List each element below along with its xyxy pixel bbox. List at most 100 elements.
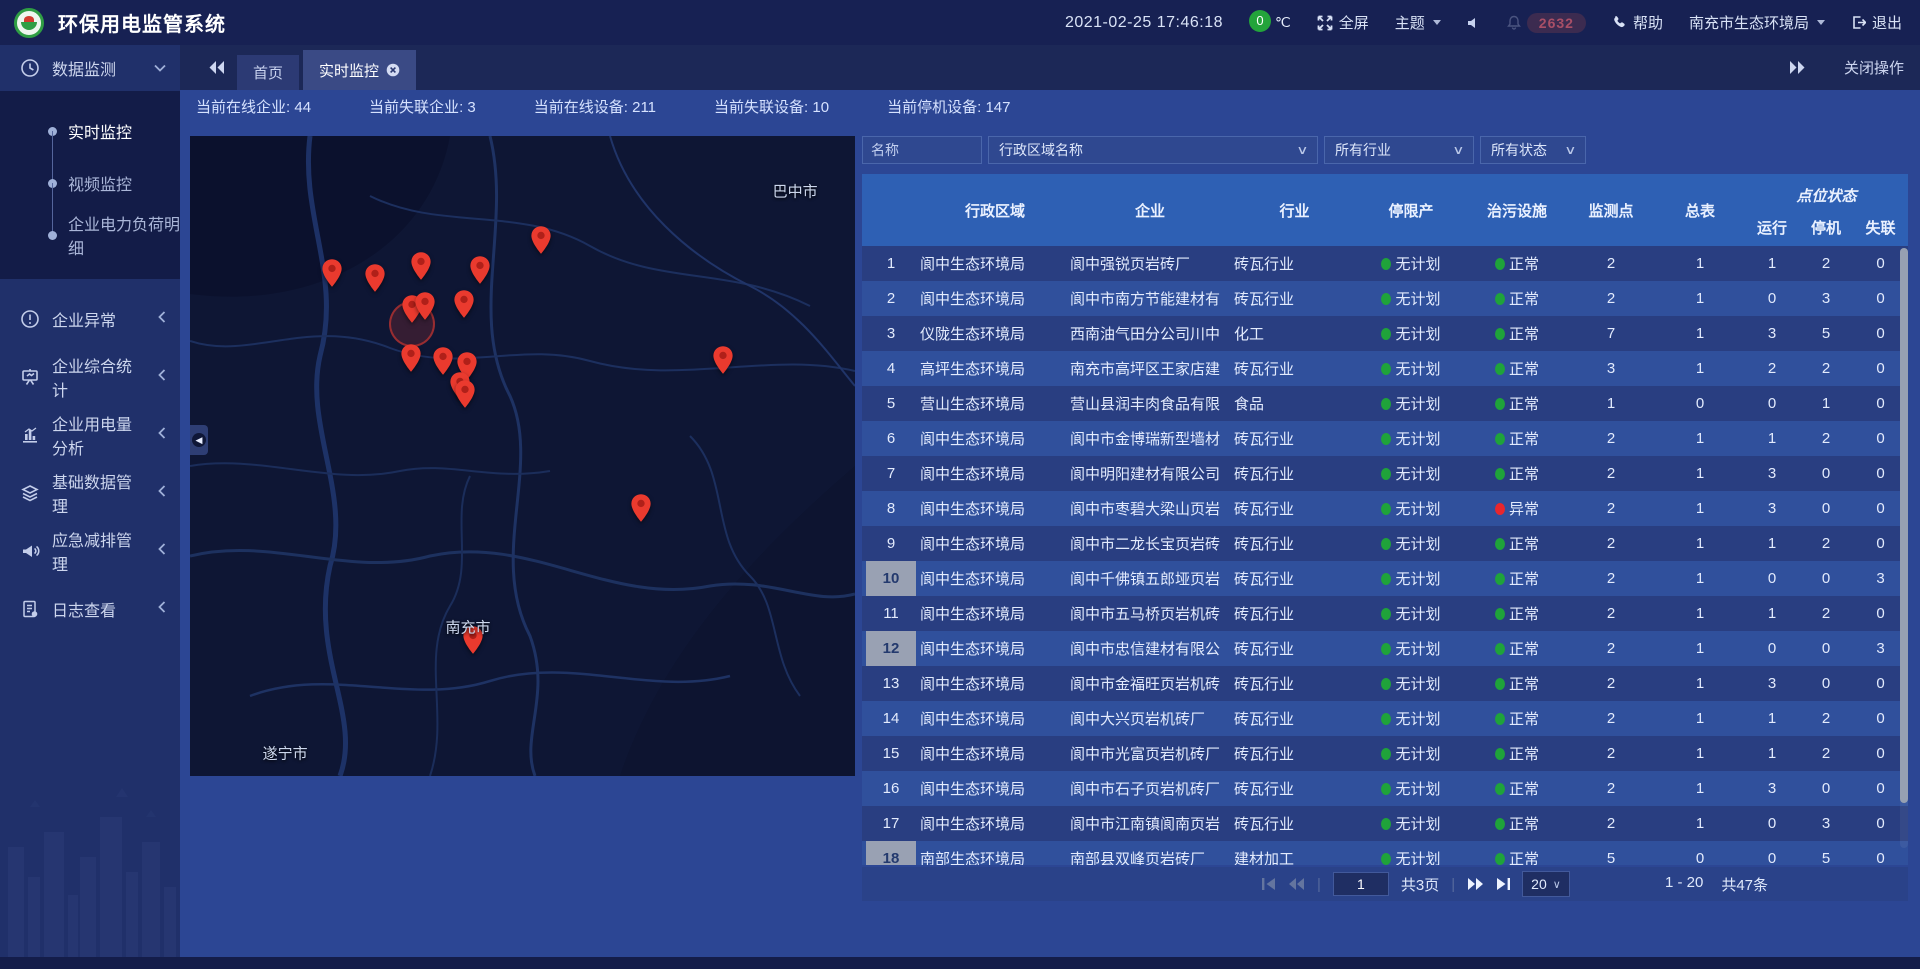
menu-group-icon: [20, 367, 40, 387]
mute-button[interactable]: [1467, 16, 1481, 30]
cell-run: 1: [1745, 255, 1799, 272]
map-pin[interactable]: [414, 291, 436, 321]
cell-run: 1: [1745, 535, 1799, 552]
sidebar-subitem[interactable]: 视频监控: [0, 157, 180, 209]
previous-page-button[interactable]: [1288, 878, 1305, 890]
status-filter-select[interactable]: 所有状态∨: [1480, 136, 1586, 164]
map-pin[interactable]: [712, 345, 734, 375]
cell-company: 阆中市忠信建材有限公: [1070, 638, 1230, 659]
chevron-down-icon: [1817, 20, 1825, 25]
map-panel[interactable]: 巴中市 南充市 遂宁市 ◀: [190, 136, 855, 776]
row-index: 15: [866, 736, 916, 771]
status-dot: [1495, 573, 1505, 585]
close-operations-button[interactable]: 关闭操作: [1844, 57, 1904, 78]
sidebar-group-5[interactable]: 基础数据管理: [0, 467, 180, 519]
table-row[interactable]: 12 阆中生态环境局 阆中市忠信建材有限公 砖瓦行业 无计划 正常 2 1 0 …: [862, 631, 1908, 666]
sidebar-group-6[interactable]: 应急减排管理: [0, 525, 180, 577]
menu-group-icon: [20, 483, 40, 503]
table-row[interactable]: 4 高坪生态环境局 南充市高坪区王家店建 砖瓦行业 无计划 正常 3 1 2 2…: [862, 351, 1908, 386]
sidebar-group-label: 应急减排管理: [52, 527, 146, 575]
sidebar-group-2[interactable]: 企业异常: [0, 293, 180, 345]
map-pin[interactable]: [321, 258, 343, 288]
cell-industry: 砖瓦行业: [1230, 638, 1355, 659]
map-pin[interactable]: [400, 343, 422, 373]
last-page-button[interactable]: [1496, 878, 1510, 890]
first-page-button[interactable]: [1262, 878, 1276, 890]
table-row[interactable]: 10 阆中生态环境局 阆中千佛镇五郎垭页岩 砖瓦行业 无计划 正常 2 1 0 …: [862, 561, 1908, 596]
sidebar-group-3[interactable]: 企业综合统计: [0, 351, 180, 403]
cell-stop: 2: [1799, 605, 1853, 622]
map-pin[interactable]: [364, 263, 386, 293]
tabs-scroll-left-button[interactable]: [196, 45, 237, 90]
table-row[interactable]: 1 阆中生态环境局 阆中强锐页岩砖厂 砖瓦行业 无计划 正常 2 1 1 2 0: [862, 246, 1908, 281]
table-scrollbar[interactable]: [1900, 248, 1908, 848]
cell-company: 阆中市江南镇阆南页岩: [1070, 813, 1230, 834]
sidebar-subitem[interactable]: 实时监控: [0, 105, 180, 157]
cell-stop: 2: [1799, 360, 1853, 377]
cell-lost: 0: [1853, 850, 1908, 865]
tabs-scroll-right-button[interactable]: [1777, 45, 1818, 90]
sidebar-group-1[interactable]: 数据监测: [0, 45, 180, 91]
cell-points: 2: [1567, 640, 1655, 657]
table-row[interactable]: 11 阆中生态环境局 阆中市五马桥页岩机砖 砖瓦行业 无计划 正常 2 1 1 …: [862, 596, 1908, 631]
table-row[interactable]: 2 阆中生态环境局 阆中市南方节能建材有 砖瓦行业 无计划 正常 2 1 0 3…: [862, 281, 1908, 316]
map-pin[interactable]: [530, 225, 552, 255]
pagination-bar: | 共3页 | 20∨ 1 - 20 共47条: [862, 867, 1908, 901]
map-pin[interactable]: [469, 255, 491, 285]
col-facility: 治污设施: [1467, 174, 1567, 246]
cell-company: 西南油气田分公司川中: [1070, 323, 1230, 344]
status-dot: [1495, 363, 1505, 375]
row-index: 10: [866, 561, 916, 596]
table-row[interactable]: 9 阆中生态环境局 阆中市二龙长宝页岩砖 砖瓦行业 无计划 正常 2 1 1 2…: [862, 526, 1908, 561]
cell-limit: 无计划: [1355, 743, 1467, 764]
table-row[interactable]: 6 阆中生态环境局 阆中市金博瑞新型墙材 砖瓦行业 无计划 正常 2 1 1 2…: [862, 421, 1908, 456]
sidebar-group-7[interactable]: 日志查看: [0, 583, 180, 635]
sidebar-submenu: 实时监控 视频监控 企业电力负荷明细: [0, 91, 180, 279]
cell-points: 2: [1567, 815, 1655, 832]
next-page-button[interactable]: [1467, 878, 1484, 890]
org-dropdown[interactable]: 南充市生态环境局: [1689, 12, 1825, 33]
cell-facility: 正常: [1467, 568, 1567, 589]
theme-dropdown[interactable]: 主题: [1395, 12, 1441, 33]
notification-area[interactable]: 2632: [1507, 13, 1586, 33]
fullscreen-button[interactable]: 全屏: [1317, 12, 1369, 33]
table-row[interactable]: 17 阆中生态环境局 阆中市江南镇阆南页岩 砖瓦行业 无计划 正常 2 1 0 …: [862, 806, 1908, 841]
table-row[interactable]: 16 阆中生态环境局 阆中市石子页岩机砖厂 砖瓦行业 无计划 正常 2 1 3 …: [862, 771, 1908, 806]
table-row[interactable]: 15 阆中生态环境局 阆中市光富页岩机砖厂 砖瓦行业 无计划 正常 2 1 1 …: [862, 736, 1908, 771]
cell-stop: 0: [1799, 465, 1853, 482]
region-filter-select[interactable]: 行政区域名称∨: [988, 136, 1318, 164]
menu-group-icon: [20, 599, 40, 619]
tab[interactable]: 实时监控: [303, 50, 416, 90]
sidebar-subitem[interactable]: 企业电力负荷明细: [0, 209, 180, 261]
row-index: 7: [866, 456, 916, 491]
table-row[interactable]: 8 阆中生态环境局 阆中市枣碧大梁山页岩 砖瓦行业 无计划 异常 2 1 3 0…: [862, 491, 1908, 526]
industry-filter-select[interactable]: 所有行业∨: [1324, 136, 1474, 164]
cell-run: 3: [1745, 465, 1799, 482]
map-pin[interactable]: [630, 493, 652, 523]
cell-stop: 0: [1799, 675, 1853, 692]
map-pin[interactable]: [453, 289, 475, 319]
table-row[interactable]: 7 阆中生态环境局 阆中明阳建材有限公司 砖瓦行业 无计划 正常 2 1 3 0…: [862, 456, 1908, 491]
map-pin[interactable]: [454, 379, 476, 409]
cell-meters: 1: [1655, 535, 1745, 552]
map-pin[interactable]: [410, 251, 432, 281]
name-filter-input[interactable]: [862, 136, 982, 164]
help-button[interactable]: 帮助: [1612, 12, 1663, 33]
page-size-select[interactable]: 20∨: [1522, 871, 1570, 897]
tab-close-icon[interactable]: [386, 63, 400, 77]
table-row[interactable]: 5 营山生态环境局 营山县润丰肉食品有限 食品 无计划 正常 1 0 0 1 0: [862, 386, 1908, 421]
table-row[interactable]: 14 阆中生态环境局 阆中大兴页岩机砖厂 砖瓦行业 无计划 正常 2 1 1 2…: [862, 701, 1908, 736]
table-row[interactable]: 3 仪陇生态环境局 西南油气田分公司川中 化工 无计划 正常 7 1 3 5 0: [862, 316, 1908, 351]
table-row[interactable]: 13 阆中生态环境局 阆中市金福旺页岩机砖 砖瓦行业 无计划 正常 2 1 3 …: [862, 666, 1908, 701]
table-row[interactable]: 18 南部生态环境局 南部县双峰页岩砖厂 建材加工 无计划 正常 5 0 0 5…: [862, 841, 1908, 865]
cell-points: 2: [1567, 675, 1655, 692]
sidebar-group-label: 企业用电量分析: [52, 411, 146, 459]
sidebar-group-4[interactable]: 企业用电量分析: [0, 409, 180, 461]
cell-company: 营山县润丰肉食品有限: [1070, 393, 1230, 414]
logout-button[interactable]: 退出: [1851, 12, 1902, 33]
page-number-input[interactable]: [1333, 872, 1389, 896]
tab[interactable]: 首页: [237, 55, 299, 90]
cell-run: 2: [1745, 360, 1799, 377]
cell-points: 2: [1567, 745, 1655, 762]
map-collapse-handle[interactable]: ◀: [190, 425, 208, 455]
